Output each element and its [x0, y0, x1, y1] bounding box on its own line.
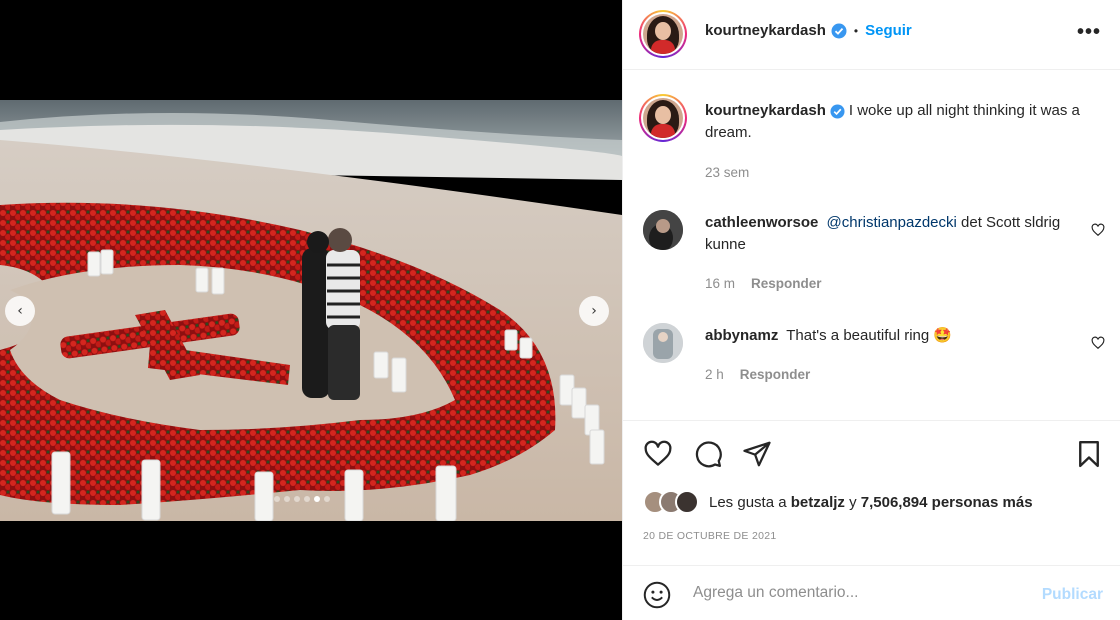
emoji-icon[interactable]	[643, 581, 671, 609]
verified-badge-icon	[831, 23, 847, 38]
share-send-icon[interactable]	[742, 439, 772, 469]
comment-username[interactable]: cathleenworsoe	[705, 214, 818, 231]
like-heart-icon[interactable]	[643, 439, 673, 469]
carousel-dot-active	[314, 496, 320, 502]
likes-text: Les gusta a betzaljz y 7,506,894 persona…	[709, 493, 1033, 511]
comment-time: 16 m	[705, 276, 736, 291]
comment-meta: 16 m Responder	[705, 276, 822, 291]
post-actions: Les gusta a betzaljz y 7,506,894 persona…	[623, 420, 1120, 565]
comment-input[interactable]	[693, 582, 1023, 604]
carousel-indicator	[274, 496, 330, 502]
post-photo[interactable]	[0, 100, 622, 521]
post-header: kourtneykardash • Seguir •••	[623, 0, 1120, 70]
comment-text-block: cathleenworsoe @christianpazdecki det Sc…	[705, 212, 1095, 256]
carousel-dot	[324, 496, 330, 502]
header-separator: •	[853, 23, 859, 38]
chevron-right-icon: ›	[591, 303, 597, 319]
caption-avatar[interactable]	[639, 94, 687, 142]
post-media: ‹ ›	[0, 0, 622, 620]
comment-mention[interactable]: @christianpazdecki	[827, 214, 957, 231]
liker-avatar	[675, 490, 699, 514]
comment-bubble-icon[interactable]	[693, 439, 723, 469]
like-comment-heart-icon[interactable]	[1091, 223, 1105, 237]
caption-text-block: kourtneykardash I woke up all night think…	[705, 100, 1095, 144]
carousel-dot	[274, 496, 280, 502]
carousel-prev-button[interactable]: ‹	[5, 296, 35, 326]
carousel-next-button[interactable]: ›	[579, 296, 609, 326]
caption-time: 23 sem	[705, 165, 750, 180]
reply-button[interactable]: Responder	[751, 276, 822, 291]
verified-badge-icon	[830, 104, 845, 119]
save-bookmark-icon[interactable]	[1074, 439, 1104, 469]
reply-button[interactable]: Responder	[740, 367, 811, 382]
follow-button[interactable]: Seguir	[865, 22, 912, 39]
carousel-dot	[294, 496, 300, 502]
beach-proposal-image	[0, 100, 622, 521]
likes-summary: Les gusta a betzaljz y 7,506,894 persona…	[643, 490, 1033, 514]
caption-username[interactable]: kourtneykardash	[705, 102, 826, 119]
couple-figure	[302, 228, 360, 400]
commenter-avatar[interactable]	[643, 323, 683, 363]
more-options-icon[interactable]: •••	[1077, 21, 1101, 44]
comment-text-block: abbynamz That's a beautiful ring 🤩	[705, 325, 1095, 347]
carousel-dot	[284, 496, 290, 502]
publish-button[interactable]: Publicar	[1042, 586, 1103, 604]
chevron-left-icon: ‹	[17, 303, 23, 319]
carousel-dot	[304, 496, 310, 502]
author-avatar[interactable]	[639, 10, 687, 58]
like-comment-heart-icon[interactable]	[1091, 336, 1105, 350]
comment-text: That's a beautiful ring 🤩	[786, 327, 953, 344]
comment-time: 2 h	[705, 367, 724, 382]
comment-composer: Publicar	[623, 565, 1120, 620]
post-date[interactable]: 20 DE OCTUBRE DE 2021	[643, 530, 777, 542]
liker-username[interactable]: betzaljz	[791, 494, 845, 511]
post-panel: kourtneykardash • Seguir ••• kourtneykar…	[622, 0, 1120, 620]
commenter-avatar[interactable]	[643, 210, 683, 250]
comment-username[interactable]: abbynamz	[705, 327, 778, 344]
likes-count[interactable]: 7,506,894 personas más	[861, 494, 1033, 511]
author-username[interactable]: kourtneykardash	[705, 22, 826, 39]
comment-meta: 2 h Responder	[705, 367, 810, 382]
